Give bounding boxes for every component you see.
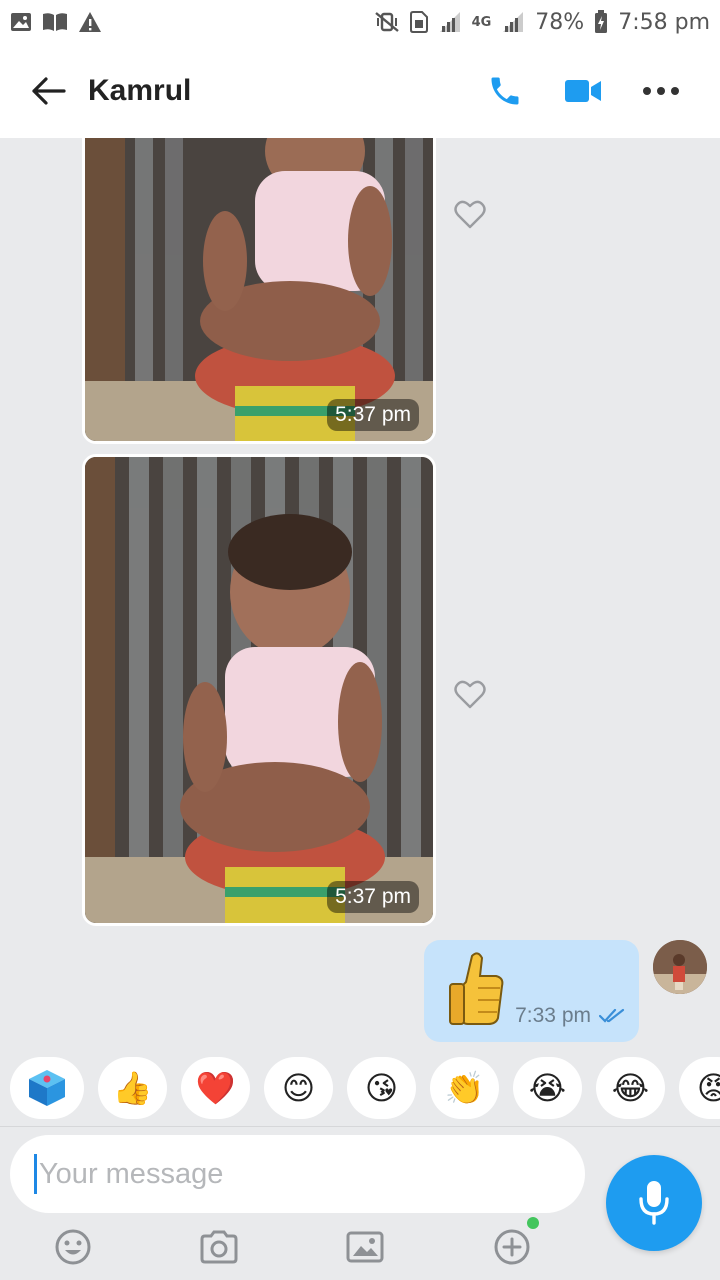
- message-timestamp: 5:37 pm: [327, 881, 419, 913]
- quick-emoji-kiss[interactable]: 😘: [347, 1057, 416, 1119]
- battery-percent: 78%: [535, 9, 585, 35]
- back-button[interactable]: [24, 67, 72, 115]
- baby-photo-image: [85, 138, 433, 441]
- more-dots-icon: [643, 87, 679, 95]
- quick-emoji-smile[interactable]: 😊: [264, 1057, 333, 1119]
- phone-icon: [491, 77, 519, 105]
- voice-message-button[interactable]: [606, 1155, 702, 1251]
- baby-photo-image: [85, 457, 433, 923]
- quick-emoji-clap[interactable]: 👏: [430, 1057, 499, 1119]
- book-notification-icon: [42, 12, 68, 32]
- message-input-placeholder: Your message: [39, 1157, 224, 1190]
- message-composer: Your message: [0, 1126, 720, 1280]
- outgoing-message-bubble[interactable]: 7:33 pm: [424, 940, 639, 1042]
- signal-icon-2: [501, 11, 525, 33]
- camera-button[interactable]: [197, 1225, 241, 1269]
- status-bar: 4G 78% 7:58 pm: [0, 0, 720, 44]
- cube-sticker-icon: [29, 1070, 65, 1106]
- quick-emoji-laugh[interactable]: 😂: [596, 1057, 665, 1119]
- video-call-button[interactable]: [544, 61, 622, 121]
- more-attachments-button[interactable]: [490, 1225, 534, 1269]
- voice-call-button[interactable]: [466, 61, 544, 121]
- heart-outline-icon: [454, 680, 486, 709]
- back-arrow-icon: [32, 77, 66, 105]
- like-button[interactable]: [450, 674, 490, 714]
- message-list[interactable]: 5:37 pm 5:37 pm 7:33 pm: [0, 138, 720, 1050]
- sim-card-icon: [409, 11, 428, 33]
- photo-message[interactable]: 5:37 pm: [82, 138, 436, 444]
- message-meta: 7:33 pm: [515, 1004, 625, 1028]
- contact-name[interactable]: Kamrul: [88, 74, 466, 108]
- message-input[interactable]: Your message: [10, 1135, 585, 1213]
- quick-emoji-cry[interactable]: 😭: [513, 1057, 582, 1119]
- heart-outline-icon: [454, 200, 486, 229]
- chat-header: Kamrul: [0, 44, 720, 138]
- quick-emoji-heart[interactable]: ❤️: [181, 1057, 250, 1119]
- quick-emoji-angry[interactable]: 😡: [679, 1057, 720, 1119]
- emoji-picker-button[interactable]: [51, 1225, 95, 1269]
- vibrate-mute-icon: [374, 11, 400, 33]
- sticker-pack-button[interactable]: [10, 1057, 84, 1119]
- signal-icon-1: [438, 11, 462, 33]
- quick-emoji-thumbs-up[interactable]: 👍: [98, 1057, 167, 1119]
- gallery-button[interactable]: [343, 1225, 387, 1269]
- microphone-icon: [639, 1181, 669, 1225]
- clock: 7:58 pm: [618, 9, 710, 35]
- avatar-image: [653, 940, 707, 994]
- avatar[interactable]: [653, 940, 707, 994]
- text-caret: [34, 1154, 37, 1194]
- warning-notification-icon: [78, 11, 102, 33]
- battery-icon: [594, 10, 608, 34]
- more-options-button[interactable]: [622, 61, 700, 121]
- quick-reaction-bar: 👍 ❤️ 😊 😘 👏 😭 😂 😡: [0, 1050, 720, 1126]
- smiley-icon: [55, 1229, 91, 1265]
- message-timestamp: 5:37 pm: [327, 399, 419, 431]
- gallery-notification-icon: [10, 12, 32, 32]
- like-button[interactable]: [450, 194, 490, 234]
- read-receipt-icon: [599, 1008, 625, 1023]
- image-icon: [346, 1231, 384, 1263]
- video-camera-icon: [565, 80, 601, 102]
- plus-circle-icon: [494, 1229, 530, 1265]
- photo-message[interactable]: 5:37 pm: [82, 454, 436, 926]
- message-timestamp: 7:33 pm: [515, 1004, 591, 1027]
- network-type-icon: 4G: [471, 14, 492, 30]
- thumbs-up-emoji: [448, 952, 504, 1030]
- new-indicator-dot: [527, 1217, 539, 1229]
- camera-icon: [200, 1230, 238, 1264]
